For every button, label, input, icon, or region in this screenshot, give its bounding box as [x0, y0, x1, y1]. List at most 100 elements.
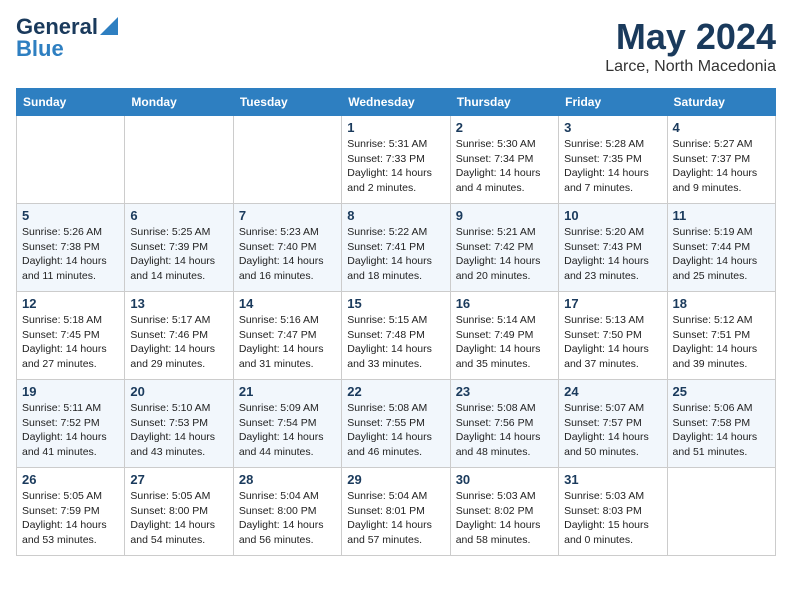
day-info: Sunrise: 5:06 AM Sunset: 7:58 PM Dayligh… — [673, 401, 770, 460]
day-number: 26 — [22, 472, 119, 487]
day-number: 15 — [347, 296, 444, 311]
calendar-cell: 16Sunrise: 5:14 AM Sunset: 7:49 PM Dayli… — [450, 292, 558, 380]
day-info: Sunrise: 5:31 AM Sunset: 7:33 PM Dayligh… — [347, 137, 444, 196]
calendar-week-row: 1 Sunrise: 5:31 AM Sunset: 7:33 PM Daylig… — [17, 116, 776, 204]
day-number: 17 — [564, 296, 661, 311]
day-info: Sunrise: 5:19 AM Sunset: 7:44 PM Dayligh… — [673, 225, 770, 284]
day-info: Sunrise: 5:17 AM Sunset: 7:46 PM Dayligh… — [130, 313, 227, 372]
calendar-cell: 12 Sunrise: 5:18 AM Sunset: 7:45 PM Dayli… — [17, 292, 125, 380]
day-number: 13 — [130, 296, 227, 311]
header-day-monday: Monday — [125, 89, 233, 116]
calendar-cell: 3 Sunrise: 5:28 AM Sunset: 7:35 PM Daylig… — [559, 116, 667, 204]
day-info: Sunrise: 5:16 AM Sunset: 7:47 PM Dayligh… — [239, 313, 336, 372]
day-number: 19 — [22, 384, 119, 399]
day-info: Sunrise: 5:12 AM Sunset: 7:51 PM Dayligh… — [673, 313, 770, 372]
day-number: 4 — [673, 120, 770, 135]
calendar-week-row: 5Sunrise: 5:26 AM Sunset: 7:38 PM Daylig… — [17, 204, 776, 292]
day-info: Sunrise: 5:04 AM Sunset: 8:01 PM Dayligh… — [347, 489, 444, 548]
day-info: Sunrise: 5:04 AM Sunset: 8:00 PM Dayligh… — [239, 489, 336, 548]
calendar-cell: 25 Sunrise: 5:06 AM Sunset: 7:58 PM Dayli… — [667, 380, 775, 468]
day-info: Sunrise: 5:03 AM Sunset: 8:03 PM Dayligh… — [564, 489, 661, 548]
calendar-cell: 5Sunrise: 5:26 AM Sunset: 7:38 PM Daylig… — [17, 204, 125, 292]
calendar-cell: 28 Sunrise: 5:04 AM Sunset: 8:00 PM Dayli… — [233, 468, 341, 556]
month-year-title: May 2024 — [605, 16, 776, 58]
day-number: 31 — [564, 472, 661, 487]
calendar-cell: 2Sunrise: 5:30 AM Sunset: 7:34 PM Daylig… — [450, 116, 558, 204]
calendar-cell: 14 Sunrise: 5:16 AM Sunset: 7:47 PM Dayli… — [233, 292, 341, 380]
header-day-thursday: Thursday — [450, 89, 558, 116]
day-number: 28 — [239, 472, 336, 487]
calendar-cell — [17, 116, 125, 204]
day-number: 30 — [456, 472, 553, 487]
day-number: 5 — [22, 208, 119, 223]
day-number: 8 — [347, 208, 444, 223]
header-day-friday: Friday — [559, 89, 667, 116]
day-number: 3 — [564, 120, 661, 135]
calendar-cell: 24 Sunrise: 5:07 AM Sunset: 7:57 PM Dayli… — [559, 380, 667, 468]
day-number: 23 — [456, 384, 553, 399]
calendar-cell: 15 Sunrise: 5:15 AM Sunset: 7:48 PM Dayli… — [342, 292, 450, 380]
day-info: Sunrise: 5:25 AM Sunset: 7:39 PM Dayligh… — [130, 225, 227, 284]
day-number: 27 — [130, 472, 227, 487]
day-number: 21 — [239, 384, 336, 399]
calendar-cell: 31 Sunrise: 5:03 AM Sunset: 8:03 PM Dayli… — [559, 468, 667, 556]
calendar-cell: 1 Sunrise: 5:31 AM Sunset: 7:33 PM Daylig… — [342, 116, 450, 204]
day-info: Sunrise: 5:21 AM Sunset: 7:42 PM Dayligh… — [456, 225, 553, 284]
day-number: 22 — [347, 384, 444, 399]
day-number: 11 — [673, 208, 770, 223]
calendar-cell: 26Sunrise: 5:05 AM Sunset: 7:59 PM Dayli… — [17, 468, 125, 556]
day-info: Sunrise: 5:07 AM Sunset: 7:57 PM Dayligh… — [564, 401, 661, 460]
day-number: 20 — [130, 384, 227, 399]
calendar-cell: 23 Sunrise: 5:08 AM Sunset: 7:56 PM Dayli… — [450, 380, 558, 468]
header-day-tuesday: Tuesday — [233, 89, 341, 116]
day-number: 6 — [130, 208, 227, 223]
header-day-wednesday: Wednesday — [342, 89, 450, 116]
calendar-cell: 29Sunrise: 5:04 AM Sunset: 8:01 PM Dayli… — [342, 468, 450, 556]
calendar-week-row: 26Sunrise: 5:05 AM Sunset: 7:59 PM Dayli… — [17, 468, 776, 556]
header-day-saturday: Saturday — [667, 89, 775, 116]
day-number: 9 — [456, 208, 553, 223]
day-number: 10 — [564, 208, 661, 223]
day-info: Sunrise: 5:13 AM Sunset: 7:50 PM Dayligh… — [564, 313, 661, 372]
day-info: Sunrise: 5:15 AM Sunset: 7:48 PM Dayligh… — [347, 313, 444, 372]
day-info: Sunrise: 5:20 AM Sunset: 7:43 PM Dayligh… — [564, 225, 661, 284]
calendar-body: 1 Sunrise: 5:31 AM Sunset: 7:33 PM Daylig… — [17, 116, 776, 556]
calendar-week-row: 12 Sunrise: 5:18 AM Sunset: 7:45 PM Dayli… — [17, 292, 776, 380]
calendar-cell: 11 Sunrise: 5:19 AM Sunset: 7:44 PM Dayli… — [667, 204, 775, 292]
day-info: Sunrise: 5:08 AM Sunset: 7:55 PM Dayligh… — [347, 401, 444, 460]
calendar-cell: 10 Sunrise: 5:20 AM Sunset: 7:43 PM Dayli… — [559, 204, 667, 292]
day-number: 7 — [239, 208, 336, 223]
calendar-week-row: 19 Sunrise: 5:11 AM Sunset: 7:52 PM Dayli… — [17, 380, 776, 468]
day-number: 14 — [239, 296, 336, 311]
day-info: Sunrise: 5:03 AM Sunset: 8:02 PM Dayligh… — [456, 489, 553, 548]
calendar-cell — [125, 116, 233, 204]
day-number: 25 — [673, 384, 770, 399]
header-day-sunday: Sunday — [17, 89, 125, 116]
day-info: Sunrise: 5:11 AM Sunset: 7:52 PM Dayligh… — [22, 401, 119, 460]
day-info: Sunrise: 5:18 AM Sunset: 7:45 PM Dayligh… — [22, 313, 119, 372]
day-number: 2 — [456, 120, 553, 135]
day-info: Sunrise: 5:05 AM Sunset: 8:00 PM Dayligh… — [130, 489, 227, 548]
day-info: Sunrise: 5:10 AM Sunset: 7:53 PM Dayligh… — [130, 401, 227, 460]
day-info: Sunrise: 5:27 AM Sunset: 7:37 PM Dayligh… — [673, 137, 770, 196]
calendar-cell: 9 Sunrise: 5:21 AM Sunset: 7:42 PM Daylig… — [450, 204, 558, 292]
day-info: Sunrise: 5:28 AM Sunset: 7:35 PM Dayligh… — [564, 137, 661, 196]
calendar-table: SundayMondayTuesdayWednesdayThursdayFrid… — [16, 88, 776, 556]
day-number: 12 — [22, 296, 119, 311]
logo-triangle-icon — [100, 17, 118, 35]
calendar-cell: 19 Sunrise: 5:11 AM Sunset: 7:52 PM Dayli… — [17, 380, 125, 468]
calendar-cell: 20 Sunrise: 5:10 AM Sunset: 7:53 PM Dayli… — [125, 380, 233, 468]
logo-text-general: General — [16, 16, 98, 38]
day-info: Sunrise: 5:14 AM Sunset: 7:49 PM Dayligh… — [456, 313, 553, 372]
calendar-cell: 18Sunrise: 5:12 AM Sunset: 7:51 PM Dayli… — [667, 292, 775, 380]
calendar-header-row: SundayMondayTuesdayWednesdayThursdayFrid… — [17, 89, 776, 116]
logo-text-blue: Blue — [16, 38, 64, 60]
calendar-cell: 27 Sunrise: 5:05 AM Sunset: 8:00 PM Dayli… — [125, 468, 233, 556]
calendar-cell: 8Sunrise: 5:22 AM Sunset: 7:41 PM Daylig… — [342, 204, 450, 292]
day-number: 24 — [564, 384, 661, 399]
day-info: Sunrise: 5:23 AM Sunset: 7:40 PM Dayligh… — [239, 225, 336, 284]
location-subtitle: Larce, North Macedonia — [605, 58, 776, 76]
day-number: 1 — [347, 120, 444, 135]
day-info: Sunrise: 5:08 AM Sunset: 7:56 PM Dayligh… — [456, 401, 553, 460]
calendar-cell: 6 Sunrise: 5:25 AM Sunset: 7:39 PM Daylig… — [125, 204, 233, 292]
